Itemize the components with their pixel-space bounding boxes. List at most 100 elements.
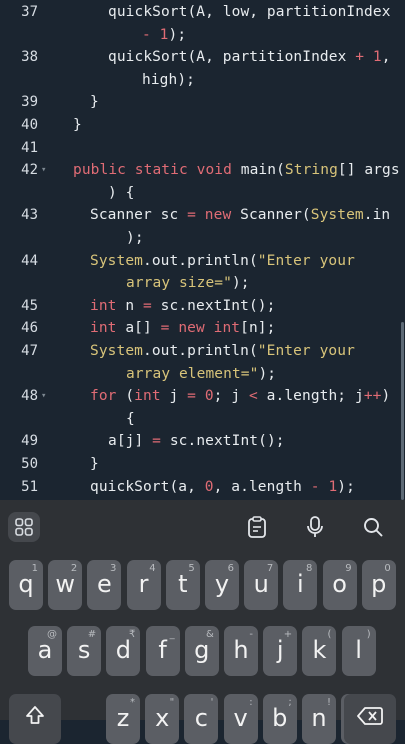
key-p[interactable]: 0p: [361, 560, 396, 610]
line-number: 41: [21, 139, 38, 156]
code-token: + 1: [355, 49, 382, 66]
code-token: = 0: [187, 388, 214, 405]
code-token: = new: [187, 207, 241, 224]
grid-icon: [15, 518, 33, 536]
key-z[interactable]: * z: [106, 694, 140, 744]
key-t[interactable]: 5t: [165, 560, 200, 610]
code-token: .in: [363, 207, 391, 224]
key-j[interactable]: + j: [263, 626, 298, 676]
key-c[interactable]: ' c: [184, 694, 219, 744]
key-y[interactable]: 6y: [205, 560, 239, 610]
code-token: Scanner sc: [90, 207, 188, 224]
editor-scrollbar[interactable]: [401, 322, 404, 500]
code-token: {: [126, 410, 135, 427]
key-label: w: [55, 570, 75, 598]
code-token: =: [143, 297, 161, 314]
search-button[interactable]: [358, 512, 388, 542]
key-v[interactable]: :v: [223, 694, 258, 744]
line-number: 40: [21, 117, 38, 133]
code-token: );: [258, 365, 277, 382]
code-token: j: [169, 388, 188, 405]
shift-key[interactable]: [9, 694, 61, 744]
key-label: z: [116, 704, 130, 732]
line-number: 44: [21, 252, 38, 269]
key-label: g: [194, 636, 210, 664]
code-token: "Enter your: [257, 343, 355, 359]
line-number: 38: [21, 49, 38, 66]
code-token: ,: [381, 49, 391, 66]
key-u[interactable]: 7u: [244, 560, 279, 610]
key-d[interactable]: ₹ d: [106, 626, 141, 676]
microphone-icon: [307, 516, 323, 537]
code-token: "Enter your: [257, 252, 355, 269]
code-token: , a.length: [213, 478, 311, 495]
key-b[interactable]: ; b: [262, 694, 297, 744]
code-token: Scanner(: [240, 207, 311, 224]
line-number: 49: [21, 433, 38, 450]
line-number: 43: [21, 207, 38, 224]
key-label: q: [18, 570, 34, 598]
key-label: s: [77, 636, 91, 664]
code-token: =: [152, 433, 170, 450]
code-token: (: [125, 388, 135, 405]
line-number: 45: [21, 297, 38, 314]
code-token: ; j: [213, 388, 249, 405]
key-label: a: [37, 636, 53, 664]
backspace-key[interactable]: [344, 694, 396, 744]
code-token: System: [310, 207, 364, 224]
code-token: for: [90, 388, 126, 405]
key-l[interactable]: ) l: [341, 626, 376, 676]
key-n[interactable]: ! n: [302, 694, 336, 744]
code-text: array element=");: [126, 366, 276, 382]
key-e[interactable]: 3e: [87, 560, 122, 610]
code-token: }: [73, 117, 82, 133]
code-token: int: [134, 388, 170, 405]
code-token: System: [90, 343, 143, 359]
code-text: ) {: [108, 185, 135, 201]
key-label: i: [297, 570, 304, 598]
line-number: 47: [21, 343, 38, 359]
key-label: n: [311, 704, 327, 732]
backspace-icon: [357, 707, 383, 725]
code-token: int: [90, 320, 126, 337]
key-label: r: [138, 570, 149, 598]
clipboard-button[interactable]: [242, 512, 272, 542]
key-w[interactable]: 2w: [48, 560, 83, 610]
code-token: sc.nextInt();: [169, 433, 285, 450]
code-text: array size=");: [126, 275, 250, 291]
key-x[interactable]: " x: [145, 694, 180, 744]
key-label: o: [332, 570, 347, 598]
voice-input-button[interactable]: [300, 512, 330, 542]
code-text: Scanner sc = new Scanner(System.in: [90, 207, 390, 223]
key-r[interactable]: 4r: [126, 560, 161, 610]
code-editor[interactable]: 37 quickSort(A, low, partitionIndex - 1); 3…: [0, 0, 405, 500]
code-token: array element=": [126, 365, 259, 382]
fold-arrow-icon[interactable]: ▾: [41, 165, 46, 175]
key-g[interactable]: & g: [184, 626, 219, 676]
key-o[interactable]: 9o: [322, 560, 357, 610]
line-number: 46: [21, 320, 38, 337]
key-q[interactable]: 1q: [9, 560, 43, 610]
apps-grid-button[interactable]: [8, 512, 40, 542]
key-label: x: [155, 704, 170, 732]
fold-arrow-icon[interactable]: ▾: [41, 391, 46, 401]
key-h[interactable]: -h: [224, 626, 258, 676]
key-f[interactable]: _ f: [145, 626, 180, 676]
key-s[interactable]: # s: [67, 626, 102, 676]
line-number: 48: [21, 388, 38, 405]
code-token: a[j]: [108, 433, 153, 450]
key-label: t: [178, 570, 188, 598]
key-k[interactable]: (k: [302, 626, 337, 676]
code-token: );: [168, 26, 187, 43]
key-label: c: [194, 704, 208, 732]
code-token: .out.println(: [142, 252, 258, 269]
key-a[interactable]: @ a: [28, 626, 62, 676]
code-text: System.out.println("Enter your: [90, 343, 355, 359]
code-text: for (int j = 0; j < a.length; j++): [90, 388, 390, 404]
key-i[interactable]: 8i: [283, 560, 318, 610]
key-label: d: [115, 636, 131, 664]
code-token: main(: [240, 162, 285, 179]
code-token: ): [381, 388, 391, 405]
key-label: h: [233, 636, 249, 664]
code-text: }: [90, 456, 99, 472]
